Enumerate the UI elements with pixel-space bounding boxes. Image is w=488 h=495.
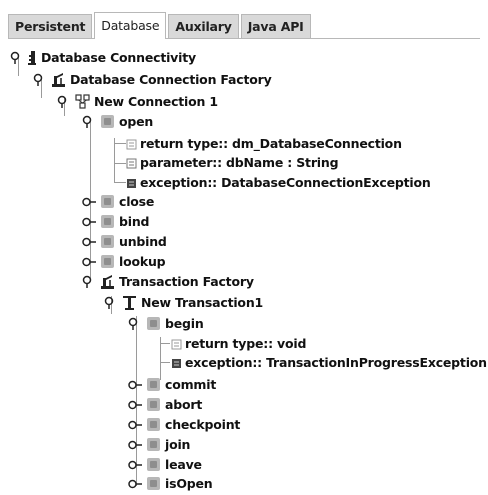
tree-node-label: Database Connectivity bbox=[41, 50, 196, 65]
collapsed-toggle-icon[interactable] bbox=[128, 418, 142, 432]
tree-node-method-commit[interactable]: commit bbox=[128, 375, 216, 394]
tree-node-detail[interactable]: exception:: DatabaseConnectionException bbox=[126, 173, 431, 192]
tree-node-label: Transaction Factory bbox=[119, 274, 254, 289]
tree-node-method-close[interactable]: close bbox=[82, 192, 154, 211]
component-tree[interactable]: Database Connectivity Database Connectio… bbox=[0, 40, 488, 495]
method-icon bbox=[146, 417, 161, 432]
tree-node-detail[interactable]: parameter:: dbName : String bbox=[126, 153, 339, 172]
tree-node-root[interactable]: Database Connectivity bbox=[10, 48, 196, 67]
method-icon bbox=[100, 114, 115, 129]
collapsed-toggle-icon[interactable] bbox=[128, 477, 142, 491]
tree-node-method-isopen[interactable]: isOpen bbox=[128, 474, 213, 493]
tree-node-method-checkpoint[interactable]: checkpoint bbox=[128, 415, 240, 434]
tree-node-label: return type:: void bbox=[185, 336, 307, 351]
tree-node-label: checkpoint bbox=[165, 417, 241, 432]
tree-node-detail[interactable]: return type:: dm_DatabaseConnection bbox=[126, 134, 402, 153]
tree-node-method-lookup[interactable]: lookup bbox=[82, 252, 166, 271]
method-icon bbox=[100, 194, 115, 209]
tree-node-detail[interactable]: exception:: TransactionInProgressExcepti… bbox=[171, 353, 487, 372]
method-icon bbox=[146, 437, 161, 452]
tree-node-method-bind[interactable]: bind bbox=[82, 212, 149, 231]
tree-node-label: isOpen bbox=[165, 476, 213, 491]
method-icon bbox=[146, 476, 161, 491]
tree-node-label: leave bbox=[165, 457, 202, 472]
tree-connector bbox=[114, 163, 126, 164]
detail-icon bbox=[171, 338, 182, 350]
tab-database[interactable]: Database bbox=[94, 12, 167, 39]
tree-node-label: commit bbox=[165, 377, 217, 392]
tab-auxilary[interactable]: Auxilary bbox=[168, 14, 239, 38]
expanded-toggle-icon[interactable] bbox=[104, 296, 118, 310]
expanded-toggle-icon[interactable] bbox=[128, 317, 142, 331]
collapsed-toggle-icon[interactable] bbox=[82, 255, 96, 269]
tree-node-transaction[interactable]: New Transaction1 bbox=[104, 293, 263, 312]
app-window: Persistent Database Auxilary Java API Da… bbox=[0, 0, 488, 495]
tree-node-method-abort[interactable]: abort bbox=[128, 395, 202, 414]
expanded-toggle-icon[interactable] bbox=[10, 51, 24, 65]
tree-connector bbox=[114, 182, 126, 183]
tab-bar: Persistent Database Auxilary Java API bbox=[8, 12, 480, 39]
expanded-toggle-icon[interactable] bbox=[82, 275, 96, 289]
expanded-toggle-icon[interactable] bbox=[82, 115, 96, 129]
tree-node-label: exception:: DatabaseConnectionException bbox=[140, 175, 431, 190]
tree-connector bbox=[114, 138, 115, 183]
tree-node-method-leave[interactable]: leave bbox=[128, 455, 202, 474]
tree-node-label: open bbox=[119, 114, 154, 129]
tree-node-method-unbind[interactable]: unbind bbox=[82, 232, 167, 251]
tree-node-label: close bbox=[119, 194, 155, 209]
tree-node-label: abort bbox=[165, 397, 203, 412]
factory-icon bbox=[100, 274, 115, 289]
tree-node-label: parameter:: dbName : String bbox=[140, 155, 339, 170]
detail-icon bbox=[126, 157, 137, 169]
method-icon bbox=[146, 377, 161, 392]
method-icon bbox=[146, 457, 161, 472]
tree-connector bbox=[160, 343, 170, 344]
collapsed-toggle-icon[interactable] bbox=[82, 215, 96, 229]
collapsed-toggle-icon[interactable] bbox=[128, 438, 142, 452]
connection-icon bbox=[75, 94, 90, 109]
method-icon bbox=[146, 316, 161, 331]
tree-node-label: unbind bbox=[119, 234, 167, 249]
tree-node-factory[interactable]: Database Connection Factory bbox=[33, 70, 272, 89]
transaction-icon bbox=[122, 295, 137, 310]
tree-node-label: join bbox=[165, 437, 191, 452]
tree-node-method-join[interactable]: join bbox=[128, 435, 190, 454]
collapsed-toggle-icon[interactable] bbox=[128, 398, 142, 412]
collapsed-toggle-icon[interactable] bbox=[82, 235, 96, 249]
detail-icon bbox=[126, 138, 137, 150]
method-icon bbox=[146, 397, 161, 412]
method-icon bbox=[100, 234, 115, 249]
tree-node-transaction-factory[interactable]: Transaction Factory bbox=[82, 272, 254, 291]
tree-node-label: bind bbox=[119, 214, 150, 229]
database-icon bbox=[28, 50, 37, 65]
tree-connector bbox=[160, 362, 170, 363]
tree-node-connection[interactable]: New Connection 1 bbox=[57, 92, 218, 111]
tree-node-label: New Connection 1 bbox=[94, 94, 218, 109]
expanded-toggle-icon[interactable] bbox=[33, 73, 47, 87]
tree-node-label: New Transaction1 bbox=[141, 295, 264, 310]
factory-icon bbox=[51, 72, 66, 87]
collapsed-toggle-icon[interactable] bbox=[128, 458, 142, 472]
detail-icon bbox=[171, 357, 182, 368]
method-icon bbox=[100, 254, 115, 269]
collapsed-toggle-icon[interactable] bbox=[128, 378, 142, 392]
tree-connector bbox=[114, 143, 126, 144]
tree-node-label: Database Connection Factory bbox=[70, 72, 272, 87]
detail-icon bbox=[126, 177, 137, 188]
tree-node-method-open[interactable]: open bbox=[82, 112, 153, 131]
tree-node-label: exception:: TransactionInProgressExcepti… bbox=[185, 355, 487, 370]
tree-node-label: begin bbox=[165, 316, 204, 331]
tree-node-method-begin[interactable]: begin bbox=[128, 314, 204, 333]
tree-node-label: lookup bbox=[119, 254, 166, 269]
method-icon bbox=[100, 214, 115, 229]
tree-node-detail[interactable]: return type:: void bbox=[171, 334, 306, 353]
tab-persistent[interactable]: Persistent bbox=[8, 14, 93, 38]
collapsed-toggle-icon[interactable] bbox=[82, 195, 96, 209]
tree-node-label: return type:: dm_DatabaseConnection bbox=[140, 136, 402, 151]
tab-java-api[interactable]: Java API bbox=[240, 14, 311, 38]
tab-bar-filler bbox=[313, 12, 480, 38]
expanded-toggle-icon[interactable] bbox=[57, 95, 71, 109]
